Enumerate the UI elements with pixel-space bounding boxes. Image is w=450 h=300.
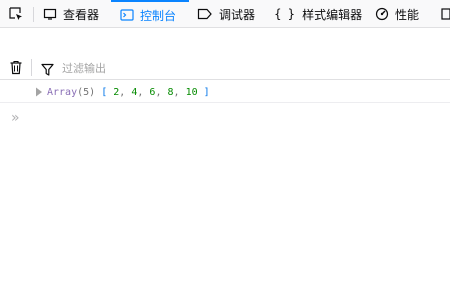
- element-picker-icon: [8, 7, 22, 20]
- element-picker-button[interactable]: [0, 0, 31, 27]
- array-length: (5): [77, 87, 96, 98]
- toolbar-separator: [33, 7, 34, 22]
- clear-console-button[interactable]: [9, 60, 23, 79]
- object-title: Array: [47, 87, 78, 98]
- open-bracket: [: [101, 87, 108, 98]
- tab-label: 查看器: [63, 7, 100, 22]
- tab-inspector[interactable]: 查看器: [43, 0, 100, 27]
- filter-separator: [31, 59, 32, 76]
- trash-icon: [10, 60, 22, 75]
- tab-overflow[interactable]: [440, 0, 450, 27]
- debugger-icon: [197, 8, 213, 20]
- tab-performance[interactable]: 性能: [375, 0, 420, 27]
- tab-console[interactable]: 控制台: [111, 0, 189, 27]
- memory-icon: [440, 7, 450, 21]
- console-input[interactable]: [30, 106, 440, 128]
- console-filter-bar: [0, 56, 450, 80]
- console-icon: [120, 9, 134, 21]
- filter-output-input[interactable]: [62, 58, 442, 78]
- filter-icon: [41, 61, 54, 80]
- console-prompt-icon: »: [11, 110, 20, 126]
- array-preview[interactable]: Array(5) [ 2, 4, 6, 8, 10 ]: [47, 87, 210, 98]
- tab-label: 控制台: [140, 8, 177, 23]
- console-message: Array(5) [ 2, 4, 6, 8, 10 ]: [0, 82, 450, 103]
- tab-label: 样式编辑器: [302, 7, 363, 22]
- close-bracket: ]: [203, 87, 210, 98]
- tab-label: 性能: [395, 7, 420, 22]
- tab-style-editor[interactable]: { } 样式编辑器: [274, 0, 363, 27]
- expand-arrow-icon[interactable]: [35, 87, 43, 100]
- array-item: 10: [185, 87, 198, 98]
- inspector-icon: [43, 8, 57, 20]
- tab-label: 调试器: [219, 7, 256, 22]
- devtools-toolbar: 查看器 控制台 调试器 { } 样式编辑器 性能: [0, 0, 450, 28]
- braces-icon: { }: [274, 7, 297, 21]
- performance-icon: [375, 7, 389, 21]
- tab-debugger[interactable]: 调试器: [197, 0, 256, 27]
